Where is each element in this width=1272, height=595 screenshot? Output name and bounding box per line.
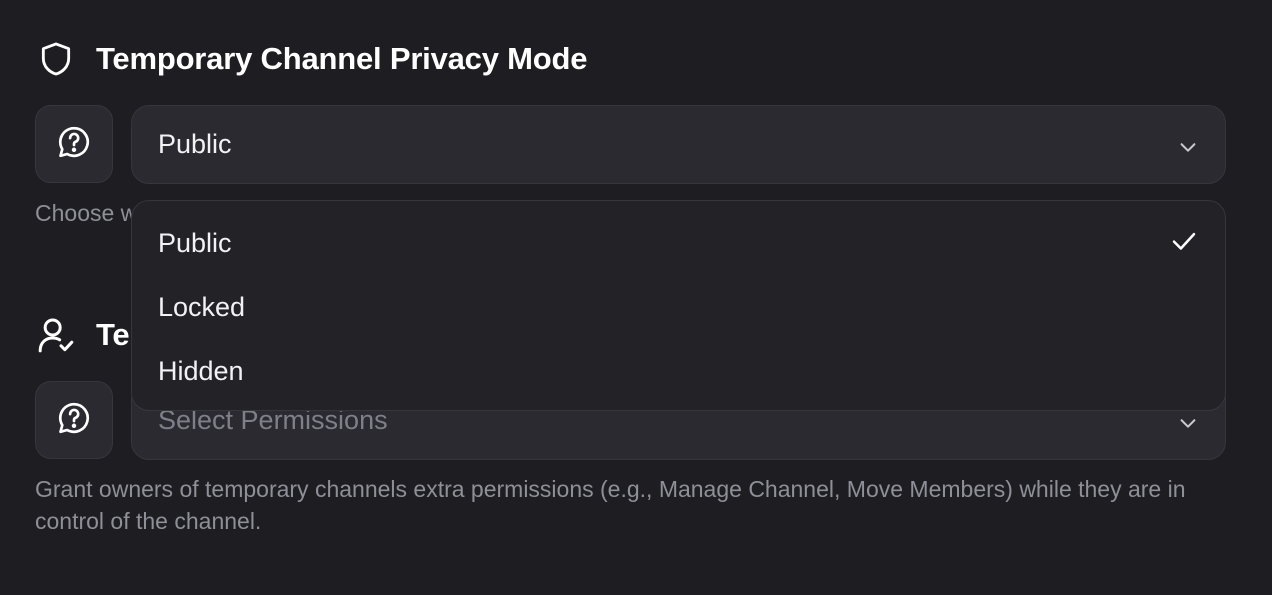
option-locked[interactable]: Locked	[132, 275, 1225, 339]
chevron-down-icon	[1177, 134, 1199, 156]
privacy-help-button[interactable]	[35, 105, 113, 183]
option-label: Public	[158, 227, 232, 258]
privacy-mode-dropdown-menu: Public Locked Hidden	[131, 200, 1226, 411]
permissions-section-title: Te	[36, 315, 130, 355]
user-check-icon	[36, 315, 76, 355]
shield-icon	[36, 39, 76, 79]
permissions-help-text: Grant owners of temporary channels extra…	[35, 476, 1186, 534]
permissions-help-button[interactable]	[35, 381, 113, 459]
check-icon	[1169, 226, 1199, 256]
option-public[interactable]: Public	[132, 211, 1225, 275]
help-bubble-icon	[56, 124, 92, 165]
permissions-title-text: Te	[96, 317, 130, 352]
privacy-mode-select[interactable]: Public	[131, 105, 1226, 184]
help-bubble-icon	[56, 400, 92, 441]
option-label: Locked	[158, 291, 246, 322]
privacy-section-title: Temporary Channel Privacy Mode	[36, 39, 588, 79]
settings-page: Temporary Channel Privacy Mode Public Ch…	[0, 0, 1272, 595]
privacy-title-text: Temporary Channel Privacy Mode	[96, 41, 588, 76]
chevron-down-icon	[1177, 410, 1199, 432]
option-label: Hidden	[158, 355, 244, 386]
privacy-mode-value: Public	[158, 129, 232, 159]
privacy-help-text: Choose w	[35, 200, 138, 226]
option-hidden[interactable]: Hidden	[132, 339, 1225, 403]
